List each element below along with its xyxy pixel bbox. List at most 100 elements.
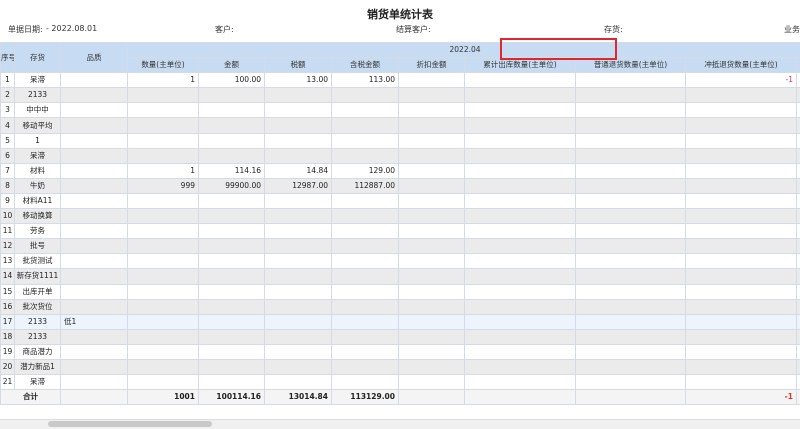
cell-quality[interactable] xyxy=(60,208,128,225)
cell-offset[interactable] xyxy=(685,208,797,225)
col-qty[interactable]: 数量(主单位) xyxy=(127,57,199,74)
cell-stock[interactable]: 材料A11 xyxy=(14,192,61,210)
cell-empty[interactable] xyxy=(464,147,576,164)
cell-qty[interactable] xyxy=(127,102,199,119)
cell-empty[interactable] xyxy=(398,238,465,255)
cell-offset[interactable] xyxy=(685,328,797,345)
cell-empty[interactable] xyxy=(464,208,576,225)
cell-empty[interactable] xyxy=(575,162,686,179)
cell-qty[interactable]: 999 xyxy=(127,177,199,194)
table-row[interactable]: 19 商品潜力 xyxy=(0,343,800,360)
cell-empty[interactable] xyxy=(464,313,576,330)
cell-amount[interactable] xyxy=(198,328,265,345)
cell-tax-amount[interactable] xyxy=(331,343,399,360)
table-row[interactable]: 17 2133 低1 xyxy=(0,313,800,330)
table-row[interactable]: 15 出库开单 xyxy=(0,283,800,300)
cell-stock[interactable]: 2133 xyxy=(14,328,61,345)
cell-stock[interactable]: 移动换算 xyxy=(14,208,61,225)
cell-stock[interactable]: 材料 xyxy=(14,162,61,179)
cell-empty[interactable] xyxy=(575,208,686,225)
cell-quality[interactable] xyxy=(60,374,128,391)
cell-empty[interactable] xyxy=(795,358,800,376)
cell-offset[interactable] xyxy=(685,358,797,376)
cell-empty[interactable] xyxy=(575,192,686,210)
cell-no[interactable]: 15 xyxy=(0,283,15,300)
cell-no[interactable]: 19 xyxy=(0,343,15,360)
cell-stock[interactable]: 劳务 xyxy=(14,223,61,240)
cell-empty[interactable] xyxy=(398,358,465,376)
cell-no[interactable]: 10 xyxy=(0,208,15,225)
cell-tax-amount[interactable]: 112887.00 xyxy=(331,177,399,194)
cell-quality[interactable] xyxy=(60,147,128,164)
cell-no[interactable]: 20 xyxy=(0,358,15,376)
cell-tax-amount[interactable] xyxy=(331,208,399,225)
cell-empty[interactable] xyxy=(464,298,576,315)
cell-amount[interactable] xyxy=(198,87,265,104)
cell-no[interactable]: 17 xyxy=(0,313,15,330)
cell-qty[interactable] xyxy=(127,298,199,315)
cell-empty[interactable] xyxy=(575,147,686,164)
col-rownum[interactable]: 序号 xyxy=(0,42,15,74)
cell-empty[interactable] xyxy=(398,208,465,225)
col-quality[interactable]: 品质 xyxy=(60,42,128,74)
cell-tax[interactable] xyxy=(264,358,332,376)
table-row[interactable]: 10 移动换算 xyxy=(0,208,800,225)
cell-empty[interactable] xyxy=(575,313,686,330)
cell-empty[interactable] xyxy=(575,374,686,391)
cell-quality[interactable] xyxy=(60,283,128,300)
cell-amount[interactable] xyxy=(198,313,265,330)
cell-empty[interactable] xyxy=(575,358,686,376)
cell-tax[interactable] xyxy=(264,87,332,104)
cell-empty[interactable] xyxy=(464,223,576,240)
cell-empty[interactable] xyxy=(795,102,800,119)
cell-empty[interactable] xyxy=(398,328,465,345)
cell-quality[interactable] xyxy=(60,223,128,240)
cell-empty[interactable] xyxy=(575,253,686,270)
cell-qty[interactable] xyxy=(127,358,199,376)
table-row[interactable]: 11 劳务 xyxy=(0,223,800,240)
cell-qty[interactable] xyxy=(127,192,199,210)
cell-tax[interactable] xyxy=(264,223,332,240)
cell-tax-amount[interactable] xyxy=(331,223,399,240)
cell-offset[interactable]: -1 xyxy=(685,72,797,89)
cell-empty[interactable] xyxy=(795,253,800,270)
table-row[interactable]: 20 潜力新品1 xyxy=(0,358,800,376)
cell-empty[interactable] xyxy=(575,117,686,134)
cell-empty[interactable] xyxy=(464,192,576,210)
cell-tax[interactable]: 14.84 xyxy=(264,162,332,179)
cell-tax[interactable] xyxy=(264,192,332,210)
cell-empty[interactable] xyxy=(398,343,465,360)
cell-offset[interactable] xyxy=(685,343,797,360)
cell-empty[interactable] xyxy=(398,268,465,285)
cell-empty[interactable] xyxy=(575,298,686,315)
cell-no[interactable]: 4 xyxy=(0,117,15,134)
cell-empty[interactable] xyxy=(795,177,800,194)
cell-empty[interactable] xyxy=(398,192,465,210)
col-tax-amount[interactable]: 含税金额 xyxy=(331,57,399,74)
cell-amount[interactable] xyxy=(198,192,265,210)
cell-qty[interactable]: 1 xyxy=(127,162,199,179)
cell-stock[interactable]: 新存货1111 xyxy=(14,268,61,285)
cell-empty[interactable] xyxy=(795,147,800,164)
cell-quality[interactable] xyxy=(60,162,128,179)
cell-amount[interactable] xyxy=(198,253,265,270)
cell-empty[interactable] xyxy=(464,72,576,89)
cell-qty[interactable] xyxy=(127,132,199,149)
cell-stock[interactable]: 2133 xyxy=(14,87,61,104)
cell-stock[interactable]: 呆滞 xyxy=(14,72,61,89)
cell-empty[interactable] xyxy=(575,238,686,255)
cell-empty[interactable] xyxy=(464,343,576,360)
date-value[interactable]: - 2022.08.01 xyxy=(46,24,97,33)
cell-offset[interactable] xyxy=(685,253,797,270)
cell-empty[interactable] xyxy=(398,132,465,149)
cell-tax[interactable] xyxy=(264,253,332,270)
cell-offset[interactable] xyxy=(685,374,797,391)
cell-empty[interactable] xyxy=(398,72,465,89)
cell-empty[interactable] xyxy=(795,192,800,210)
cell-offset[interactable] xyxy=(685,283,797,300)
cell-empty[interactable] xyxy=(795,313,800,330)
cell-tax[interactable] xyxy=(264,313,332,330)
cell-qty[interactable] xyxy=(127,208,199,225)
cell-empty[interactable] xyxy=(398,313,465,330)
table-row[interactable]: 14 新存货1111 xyxy=(0,268,800,285)
